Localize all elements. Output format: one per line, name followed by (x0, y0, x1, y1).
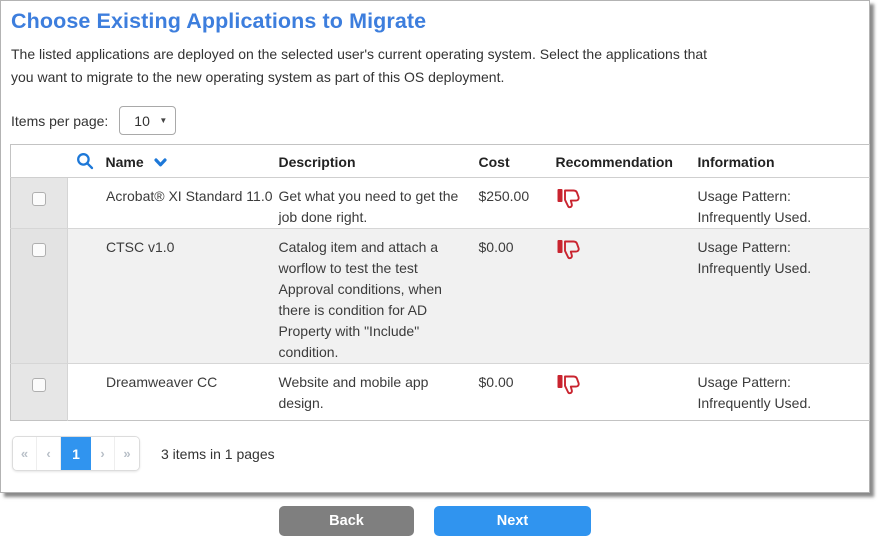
app-information: Usage Pattern: Infrequently Used. (698, 178, 870, 229)
app-information: Usage Pattern: Infrequently Used. (698, 229, 870, 364)
row-select-checkbox[interactable] (32, 192, 46, 206)
thumbs-down-icon (556, 197, 584, 213)
column-header-name-label: Name (106, 154, 144, 170)
caret-down-icon: ▼ (159, 116, 167, 125)
pagination-first-button[interactable]: « (13, 437, 37, 470)
app-description: Catalog item and attach a worflow to tes… (279, 229, 479, 364)
pagination-page-1-button[interactable]: 1 (61, 437, 91, 470)
table-row: CTSC v1.0 Catalog item and attach a worf… (11, 229, 870, 364)
column-header-information[interactable]: Information (698, 145, 870, 178)
app-name: Acrobat® XI Standard 11.0 (68, 178, 279, 229)
page-title: Choose Existing Applications to Migrate (11, 9, 860, 34)
pagination-prev-button[interactable]: ‹ (37, 437, 61, 470)
table-header-row: Name Description Cost Recommendation Inf… (11, 145, 870, 178)
row-select-checkbox[interactable] (32, 378, 46, 392)
app-description: Get what you need to get the job done ri… (279, 178, 479, 229)
column-header-description[interactable]: Description (279, 145, 479, 178)
table-row: Dreamweaver CC Website and mobile app de… (11, 364, 870, 421)
page-description-line-1: The listed applications are deployed on … (11, 43, 860, 66)
pagination-summary: 3 items in 1 pages (161, 446, 275, 462)
app-cost: $0.00 (479, 229, 556, 364)
select-column-header (11, 145, 68, 178)
app-cost: $250.00 (479, 178, 556, 229)
thumbs-down-icon (556, 248, 584, 264)
row-select-checkbox[interactable] (32, 243, 46, 257)
column-header-name[interactable]: Name (68, 145, 279, 178)
pagination: « ‹ 1 › » (12, 436, 140, 471)
table-row: Acrobat® XI Standard 11.0 Get what you n… (11, 178, 870, 229)
search-icon[interactable] (76, 152, 94, 176)
wizard-dialog: Choose Existing Applications to Migrate … (0, 0, 870, 493)
column-header-recommendation[interactable]: Recommendation (556, 145, 698, 178)
thumbs-down-icon (556, 383, 584, 399)
applications-table: Name Description Cost Recommendation Inf… (10, 144, 870, 421)
app-cost: $0.00 (479, 364, 556, 421)
app-description: Website and mobile app design. (279, 364, 479, 421)
items-per-page-value: 10 (134, 113, 159, 129)
back-button[interactable]: Back (279, 506, 414, 536)
app-information: Usage Pattern: Infrequently Used. (698, 364, 870, 421)
sort-desc-icon (154, 152, 167, 173)
items-per-page-label: Items per page: (11, 113, 108, 129)
page-description-line-2: you want to migrate to the new operating… (11, 66, 860, 89)
pagination-last-button[interactable]: » (115, 437, 139, 470)
column-header-cost[interactable]: Cost (479, 145, 556, 178)
items-per-page-select[interactable]: 10 ▼ (119, 106, 176, 135)
next-button[interactable]: Next (434, 506, 591, 536)
app-name: Dreamweaver CC (68, 364, 279, 421)
app-name: CTSC v1.0 (68, 229, 279, 364)
pagination-next-button[interactable]: › (91, 437, 115, 470)
